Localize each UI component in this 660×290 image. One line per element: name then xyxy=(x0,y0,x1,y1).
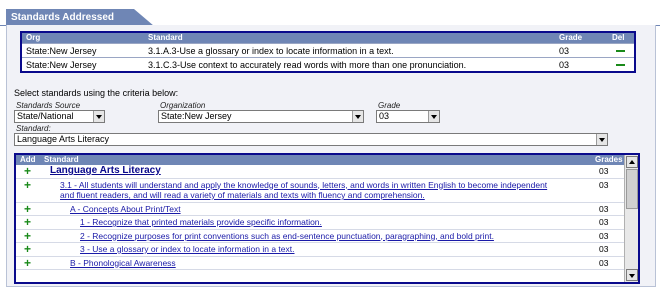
organization-value: State:New Jersey xyxy=(161,111,232,121)
header-org: Org xyxy=(26,33,41,42)
header-standard: Standard xyxy=(148,33,183,42)
item-grade: 03 xyxy=(599,203,609,214)
standard-label: Standard: xyxy=(16,124,51,133)
plus-icon[interactable]: + xyxy=(24,165,31,177)
plus-icon[interactable]: + xyxy=(24,257,31,269)
row-org: State:New Jersey xyxy=(26,60,97,70)
standard-link[interactable]: A - Concepts About Print/Text xyxy=(70,203,570,216)
plus-icon[interactable]: + xyxy=(24,216,31,228)
standard-link[interactable]: B - Phonological Awareness xyxy=(70,257,570,270)
row-standard: 3.1.A.3-Use a glossary or index to locat… xyxy=(148,46,394,56)
standard-link[interactable]: 1 - Recognize that printed materials pro… xyxy=(80,216,580,229)
grade-label: Grade xyxy=(378,101,401,110)
tab-strip: Standards Addressed xyxy=(0,0,660,26)
tab-standards-addressed[interactable]: Standards Addressed xyxy=(6,9,154,26)
item-grade: 03 xyxy=(599,244,609,254)
plus-icon[interactable]: + xyxy=(24,179,31,191)
grade-value: 03 xyxy=(379,111,390,121)
header-del: Del xyxy=(612,33,625,42)
list-item: + B - Phonological Awareness 03 xyxy=(16,257,624,270)
list-item: + A - Concepts About Print/Text 03 xyxy=(16,203,624,216)
item-grade: 03 xyxy=(599,230,609,241)
chevron-down-icon[interactable] xyxy=(428,111,439,122)
list-item: + 3 - Use a glossary or index to locate … xyxy=(16,243,624,257)
scroll-thumb[interactable] xyxy=(626,169,638,209)
minus-icon[interactable] xyxy=(616,50,625,52)
chevron-down-icon[interactable] xyxy=(596,134,607,145)
standard-link[interactable]: Language Arts Literacy xyxy=(50,165,570,178)
row-grade: 03 xyxy=(559,60,570,70)
scroll-up-button[interactable] xyxy=(626,156,638,168)
standards-list-body: + Language Arts Literacy 03 + 3.1 - All … xyxy=(16,165,624,270)
row-grade: 03 xyxy=(559,46,570,56)
item-grade: 03 xyxy=(599,257,609,268)
standard-link[interactable]: 2 - Recognize purposes for print convent… xyxy=(80,230,585,243)
item-grade: 03 xyxy=(599,179,609,190)
delete-button[interactable] xyxy=(616,45,625,52)
standards-source-label: Standards Source xyxy=(16,101,81,110)
item-grade: 03 xyxy=(599,166,609,176)
list-item: + Language Arts Literacy 03 xyxy=(16,165,624,179)
item-grade: 03 xyxy=(599,217,609,227)
standards-source-value: State/National xyxy=(17,111,74,121)
organization-label: Organization xyxy=(160,101,206,110)
plus-icon[interactable]: + xyxy=(24,243,31,255)
vertical-scrollbar[interactable] xyxy=(624,155,638,282)
list-item: + 1 - Recognize that printed materials p… xyxy=(16,216,624,230)
standard-link[interactable]: 3.1 - All students will understand and a… xyxy=(60,179,560,202)
table-row: State:New Jersey 3.1.A.3-Use a glossary … xyxy=(22,43,634,57)
row-standard: 3.1.C.3-Use context to accurately read w… xyxy=(148,60,467,70)
list-item: + 3.1 - All students will understand and… xyxy=(16,179,624,203)
addressed-standards-table: Org Standard Grade Del State:New Jersey … xyxy=(20,31,636,73)
standards-source-select[interactable]: State/National xyxy=(14,110,105,123)
organization-select[interactable]: State:New Jersey xyxy=(158,110,364,123)
table-row: State:New Jersey 3.1.C.3-Use context to … xyxy=(22,57,634,71)
plus-icon[interactable]: + xyxy=(24,230,31,242)
minus-icon[interactable] xyxy=(616,64,625,66)
header-grades: Grades xyxy=(595,155,623,164)
standard-select[interactable]: Language Arts Literacy xyxy=(14,133,608,146)
grade-select[interactable]: 03 xyxy=(376,110,440,123)
standard-value: Language Arts Literacy xyxy=(17,134,110,144)
addressed-table-header: Org Standard Grade Del xyxy=(22,33,634,43)
header-standard: Standard xyxy=(44,155,79,164)
row-org: State:New Jersey xyxy=(26,46,97,56)
scroll-down-button[interactable] xyxy=(626,269,638,281)
chevron-down-icon[interactable] xyxy=(352,111,363,122)
standard-link[interactable]: 3 - Use a glossary or index to locate in… xyxy=(80,243,580,256)
plus-icon[interactable]: + xyxy=(24,203,31,215)
standards-list: Add Standard Grades + Language Arts Lite… xyxy=(14,153,640,284)
standards-list-header: Add Standard Grades xyxy=(16,155,624,165)
list-item: + 2 - Recognize purposes for print conve… xyxy=(16,230,624,243)
criteria-instructions: Select standards using the criteria belo… xyxy=(14,88,179,98)
chevron-down-icon[interactable] xyxy=(93,111,104,122)
delete-button[interactable] xyxy=(616,59,625,66)
header-grade: Grade xyxy=(559,33,583,42)
